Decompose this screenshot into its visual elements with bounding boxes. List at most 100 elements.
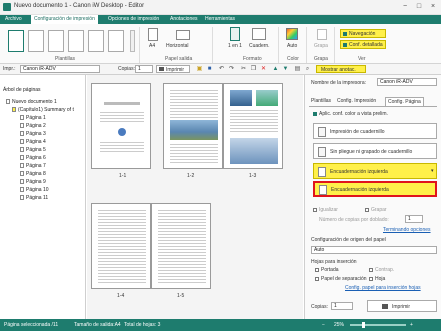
tree-root[interactable]: Nuevo documento 1 — [6, 99, 57, 105]
open-icon[interactable]: ▣ — [196, 66, 203, 73]
apply-color-checkbox[interactable]: Aplic. conf. color a vista prelim. — [313, 111, 388, 117]
tree-page-item[interactable]: Página 4 — [20, 139, 46, 145]
cut-icon[interactable]: ✂ — [240, 66, 247, 73]
tab-print-options[interactable]: Opciones de impresión — [105, 15, 162, 24]
binding-icon[interactable] — [252, 28, 266, 40]
binding-label[interactable]: Cuadern. — [249, 43, 270, 49]
staple-icon[interactable] — [317, 29, 327, 40]
pages-per-sheet-label[interactable]: 1 en 1 — [228, 43, 242, 49]
binding-select[interactable]: Encuadernación izquierda ▾ — [313, 163, 437, 179]
tree-page-item[interactable]: Página 6 — [20, 155, 46, 161]
staple-checkbox[interactable]: Grapar — [365, 207, 387, 213]
tree-page-item[interactable]: Página 2 — [20, 123, 46, 129]
pages-per-sheet-icon[interactable] — [230, 27, 240, 41]
page-preview[interactable] — [163, 83, 223, 169]
tree-page-item[interactable]: Página 10 — [20, 187, 49, 193]
template-thumb[interactable] — [68, 30, 84, 52]
insert-sheets-link[interactable]: Config. papel para inserción hojas — [345, 285, 421, 291]
staple-label[interactable]: Grapa — [314, 43, 328, 49]
back-cover-label: Contrap. — [375, 267, 395, 273]
paper-source-select[interactable]: Auto — [311, 246, 437, 254]
tree-page-item[interactable]: Página 5 — [20, 147, 46, 153]
color-icon[interactable] — [286, 28, 298, 40]
insert-sheets-label: Hojas para inserción — [311, 259, 357, 265]
equalize-checkbox[interactable]: Igualizar — [313, 207, 338, 213]
tree-doc-label: (Capítulo1) Summary of t — [18, 107, 74, 113]
separator-checkbox[interactable]: Papel de separación — [315, 276, 367, 282]
tree-page-item[interactable]: Página 11 — [20, 195, 48, 201]
tree-page-item[interactable]: Página 8 — [20, 171, 46, 177]
save-icon[interactable]: ■ — [206, 66, 213, 73]
cover-checkbox[interactable]: Portada — [315, 267, 339, 273]
tree-page-label: Página 1 — [26, 115, 46, 121]
tree-page-label: Página 10 — [26, 187, 49, 193]
gallery-expand-icon[interactable] — [130, 30, 135, 52]
binding-dropdown-item[interactable]: Encuadernación izquierda — [313, 181, 437, 197]
tab-archivo[interactable]: Archivo — [2, 15, 25, 24]
redo-icon[interactable]: ↷ — [228, 66, 235, 73]
orientation-icon[interactable] — [176, 30, 190, 40]
finishing-options-link[interactable]: Terminando opciones — [383, 227, 431, 233]
panel-tab-page-config[interactable]: Config. Página — [385, 97, 424, 106]
tab-annotations[interactable]: Anotaciones — [167, 15, 201, 24]
tab-print-config[interactable]: Configuración de impresión — [31, 15, 98, 24]
tree-page-item[interactable]: Página 3 — [20, 131, 46, 137]
panel-tab-print-config[interactable]: Config. Impresión — [337, 98, 376, 104]
move-down-icon[interactable]: ▼ — [282, 66, 289, 73]
printer-name-label: Nombre de la impresora: — [311, 80, 367, 86]
show-annotations-toggle[interactable]: Mostrar anotac. — [316, 65, 366, 73]
page-icon[interactable]: ▤ — [294, 66, 301, 73]
printer-select[interactable]: Canon iR-ADV — [20, 65, 100, 73]
template-thumb[interactable] — [28, 30, 44, 52]
tree-page-label: Página 8 — [26, 171, 46, 177]
delete-icon[interactable]: ✕ — [260, 66, 267, 73]
toolbar: Impr.: Canon iR-ADV Copias: 1 Imprimir ▣… — [0, 64, 441, 75]
orientation-label[interactable]: Horizontal — [166, 43, 189, 49]
booklet-print-option[interactable]: Impresión de cuadernillo — [313, 123, 437, 139]
back-cover-checkbox[interactable]: Contrap. — [369, 267, 394, 273]
move-up-icon[interactable]: ▲ — [272, 66, 279, 73]
tree-page-item[interactable]: Página 9 — [20, 179, 46, 185]
tree-page-item[interactable]: Página 1 — [20, 115, 46, 121]
detailed-config-button[interactable]: Conf. detallada — [340, 40, 386, 49]
tree-page-label: Página 3 — [26, 131, 46, 137]
close-button[interactable]: × — [428, 2, 438, 12]
printer-name-select[interactable]: Canon iR-ADV — [377, 78, 437, 86]
template-thumb[interactable] — [8, 30, 24, 52]
copies-stepper[interactable]: 1 — [135, 65, 153, 73]
zoom-in-icon[interactable]: + — [410, 322, 413, 328]
template-thumb[interactable] — [48, 30, 64, 52]
panel-tab-templates[interactable]: Plantillas — [311, 98, 331, 104]
printer-label: Impr.: — [3, 66, 16, 72]
zoom-slider[interactable] — [350, 324, 406, 326]
page-icon — [20, 155, 24, 160]
zoom-icon[interactable]: ⌕ — [304, 66, 311, 73]
sheet-checkbox[interactable]: Hoja — [369, 276, 385, 282]
zoom-slider-handle[interactable] — [362, 322, 365, 328]
page-preview[interactable] — [151, 203, 211, 289]
template-thumb[interactable] — [108, 30, 124, 52]
navigation-button[interactable]: Navegación — [340, 29, 386, 38]
zoom-out-icon[interactable]: − — [322, 322, 325, 328]
template-thumb[interactable] — [88, 30, 104, 52]
undo-icon[interactable]: ↶ — [218, 66, 225, 73]
panel-print-button[interactable]: Imprimir — [367, 300, 437, 312]
color-mode-label[interactable]: Auto — [287, 43, 297, 49]
tab-tools[interactable]: Herramientas — [202, 15, 238, 24]
copy-icon[interactable]: ❐ — [250, 66, 257, 73]
page-preview[interactable] — [91, 203, 151, 289]
minimize-button[interactable]: − — [400, 2, 410, 12]
no-fold-option[interactable]: Sin pliegue ni grapado de cuadernillo — [313, 143, 437, 159]
paper-size-label[interactable]: A4 — [149, 43, 155, 49]
tree-doc[interactable]: (Capítulo1) Summary of t — [12, 107, 74, 113]
paper-size-icon[interactable] — [148, 28, 158, 41]
page-preview[interactable] — [223, 83, 283, 169]
equalize-label: Igualizar — [319, 207, 338, 213]
print-button[interactable]: Imprimir — [156, 65, 190, 73]
checkbox-checked — [313, 112, 317, 116]
copies-per-fold-input[interactable]: 1 — [405, 215, 423, 223]
page-preview[interactable] — [91, 83, 151, 169]
panel-copies-input[interactable]: 1 — [331, 302, 353, 310]
tree-page-item[interactable]: Página 7 — [20, 163, 46, 169]
maximize-button[interactable]: □ — [414, 2, 424, 12]
